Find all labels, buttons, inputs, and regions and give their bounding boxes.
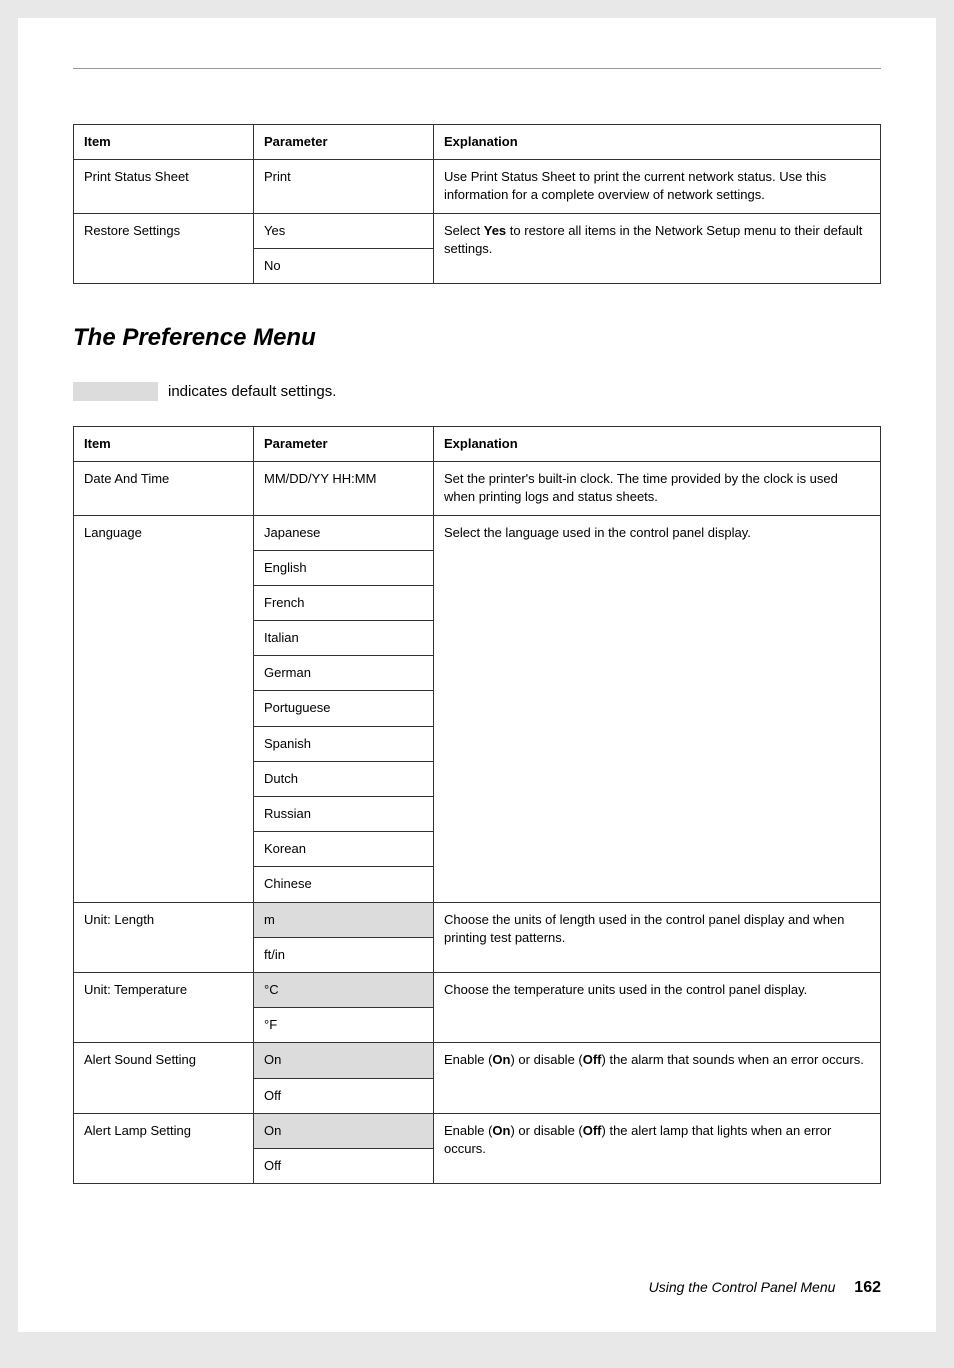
parameter-cell: German bbox=[254, 656, 434, 691]
table2-header-item: Item bbox=[74, 426, 254, 461]
item-cell: Unit: Temperature bbox=[74, 972, 254, 1042]
parameter-cell: m bbox=[254, 902, 434, 937]
default-swatch-icon bbox=[73, 382, 158, 401]
parameter-cell: No bbox=[254, 248, 434, 283]
parameter-cell: Japanese bbox=[254, 515, 434, 550]
table-row: Alert Lamp SettingOnEnable (On) or disab… bbox=[74, 1113, 881, 1148]
parameter-cell: On bbox=[254, 1113, 434, 1148]
table-row: LanguageJapaneseSelect the language used… bbox=[74, 515, 881, 550]
default-legend-text: indicates default settings. bbox=[168, 383, 336, 400]
explanation-cell: Choose the units of length used in the c… bbox=[434, 902, 881, 972]
explanation-cell: Select the language used in the control … bbox=[434, 515, 881, 902]
parameter-cell: English bbox=[254, 550, 434, 585]
footer-section-name: Using the Control Panel Menu bbox=[649, 1279, 836, 1295]
table1-header-explanation: Explanation bbox=[434, 125, 881, 160]
item-cell: Alert Lamp Setting bbox=[74, 1113, 254, 1183]
table-row: Date And TimeMM/DD/YY HH:MMSet the print… bbox=[74, 462, 881, 515]
parameter-cell: Off bbox=[254, 1148, 434, 1183]
parameter-cell: Russian bbox=[254, 797, 434, 832]
parameter-cell: Korean bbox=[254, 832, 434, 867]
item-cell: Restore Settings bbox=[74, 213, 254, 283]
parameter-cell: Dutch bbox=[254, 761, 434, 796]
parameter-cell: MM/DD/YY HH:MM bbox=[254, 462, 434, 515]
footer-page-number: 162 bbox=[854, 1279, 881, 1296]
item-cell: Unit: Length bbox=[74, 902, 254, 972]
table-row: Alert Sound SettingOnEnable (On) or disa… bbox=[74, 1043, 881, 1078]
parameter-cell: Print bbox=[254, 160, 434, 213]
table1-header-item: Item bbox=[74, 125, 254, 160]
parameter-cell: Spanish bbox=[254, 726, 434, 761]
parameter-cell: Yes bbox=[254, 213, 434, 248]
table-row: Unit: LengthmChoose the units of length … bbox=[74, 902, 881, 937]
table-1: Item Parameter Explanation Print Status … bbox=[73, 124, 881, 284]
table1-header-parameter: Parameter bbox=[254, 125, 434, 160]
parameter-cell: ft/in bbox=[254, 937, 434, 972]
explanation-cell: Select Yes to restore all items in the N… bbox=[434, 213, 881, 283]
parameter-cell: Off bbox=[254, 1078, 434, 1113]
page-footer: Using the Control Panel Menu 162 bbox=[649, 1279, 881, 1297]
table2-header-explanation: Explanation bbox=[434, 426, 881, 461]
table-row: Unit: Temperature°CChoose the temperatur… bbox=[74, 972, 881, 1007]
explanation-cell: Choose the temperature units used in the… bbox=[434, 972, 881, 1042]
item-cell: Date And Time bbox=[74, 462, 254, 515]
parameter-cell: French bbox=[254, 585, 434, 620]
explanation-cell: Enable (On) or disable (Off) the alarm t… bbox=[434, 1043, 881, 1113]
table-2: Item Parameter Explanation Date And Time… bbox=[73, 426, 881, 1184]
section-title-preference-menu: The Preference Menu bbox=[73, 324, 881, 352]
parameter-cell: Italian bbox=[254, 621, 434, 656]
explanation-cell: Set the printer's built-in clock. The ti… bbox=[434, 462, 881, 515]
top-hairline bbox=[73, 68, 881, 69]
table-row: Print Status SheetPrintUse Print Status … bbox=[74, 160, 881, 213]
item-cell: Language bbox=[74, 515, 254, 902]
table-row: Restore SettingsYesSelect Yes to restore… bbox=[74, 213, 881, 248]
item-cell: Alert Sound Setting bbox=[74, 1043, 254, 1113]
parameter-cell: °C bbox=[254, 972, 434, 1007]
explanation-cell: Use Print Status Sheet to print the curr… bbox=[434, 160, 881, 213]
explanation-cell: Enable (On) or disable (Off) the alert l… bbox=[434, 1113, 881, 1183]
parameter-cell: Chinese bbox=[254, 867, 434, 902]
parameter-cell: °F bbox=[254, 1008, 434, 1043]
parameter-cell: On bbox=[254, 1043, 434, 1078]
item-cell: Print Status Sheet bbox=[74, 160, 254, 213]
parameter-cell: Portuguese bbox=[254, 691, 434, 726]
default-legend: indicates default settings. bbox=[73, 382, 881, 401]
table2-header-parameter: Parameter bbox=[254, 426, 434, 461]
